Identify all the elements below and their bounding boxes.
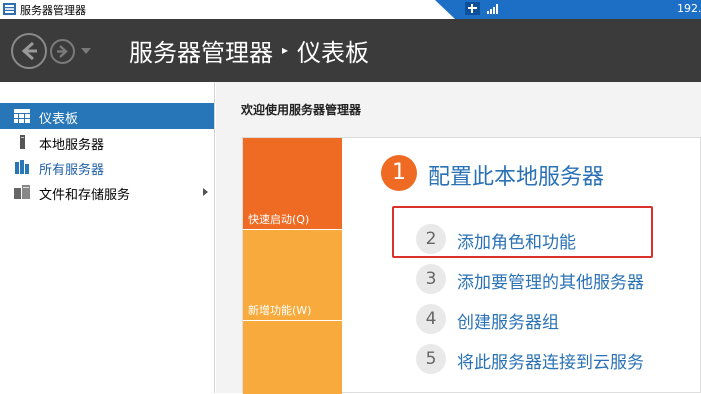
signal-strength-icon [487, 4, 498, 14]
sidebar-item-dashboard[interactable]: 仪表板 [0, 103, 214, 129]
step-link[interactable]: 添加要管理的其他服务器 [457, 268, 644, 293]
sidebar-item-label: 所有服务器 [39, 163, 105, 178]
tile-quick-start[interactable]: 快速启动(Q) [243, 138, 342, 229]
step-number-badge: 1 [381, 155, 417, 191]
step-link[interactable]: 创建服务器组 [457, 308, 559, 333]
sidebar-item-label: 本地服务器 [39, 138, 105, 153]
step-number-badge: 5 [416, 344, 446, 374]
step-configure-local-server[interactable]: 配置此本地服务器 [428, 159, 604, 191]
server-manager-icon [3, 3, 16, 15]
chevron-right-icon[interactable] [203, 188, 208, 196]
breadcrumb-current: 仪表板 [297, 38, 370, 67]
forward-arrow-icon [57, 45, 68, 58]
breadcrumb-root[interactable]: 服务器管理器 [129, 33, 273, 68]
sidebar: 仪表板 本地服务器 所有服务器 文件和存储服务 [0, 82, 215, 393]
breadcrumb: 服务器管理器 ▸ 仪表板 [129, 33, 370, 68]
back-button[interactable] [11, 33, 47, 69]
header-bar: 服务器管理器 ▸ 仪表板 [0, 19, 701, 82]
file-storage-icon [14, 185, 30, 199]
window-title: 服务器管理器 [20, 4, 86, 17]
dashboard-icon [14, 109, 30, 123]
highlight-annotation-box [392, 206, 653, 258]
step-number-badge: 3 [416, 264, 446, 294]
all-servers-icon [15, 160, 29, 174]
sidebar-item-file-storage[interactable]: 文件和存储服务 [0, 179, 214, 205]
step-number-badge: 4 [416, 304, 446, 334]
pin-icon[interactable] [465, 2, 480, 15]
local-server-icon [20, 135, 25, 149]
main-content: 欢迎使用服务器管理器 快速启动(Q) 新增功能(W) 1 配置此本地服务器 2 … [216, 82, 701, 394]
back-arrow-icon [21, 41, 37, 61]
tile-learn-more[interactable] [243, 321, 342, 394]
remote-connection-bar[interactable]: 192. [435, 0, 701, 19]
tile-label: 新增功能(W) [248, 304, 312, 317]
remote-address: 192. [677, 2, 701, 15]
sidebar-item-label: 文件和存储服务 [39, 188, 131, 203]
welcome-title: 欢迎使用服务器管理器 [241, 103, 362, 117]
breadcrumb-separator-icon: ▸ [282, 43, 289, 57]
title-bar: 服务器管理器 192. [0, 0, 701, 19]
sidebar-item-local-server[interactable]: 本地服务器 [0, 129, 214, 155]
sidebar-item-label: 仪表板 [39, 112, 79, 127]
sidebar-item-all-servers[interactable]: 所有服务器 [0, 154, 214, 180]
forward-button[interactable] [50, 39, 75, 64]
tile-whats-new[interactable]: 新增功能(W) [243, 230, 342, 320]
step-link[interactable]: 将此服务器连接到云服务 [457, 348, 644, 373]
chevron-down-icon[interactable] [81, 47, 91, 55]
tile-label: 快速启动(Q) [248, 213, 310, 226]
